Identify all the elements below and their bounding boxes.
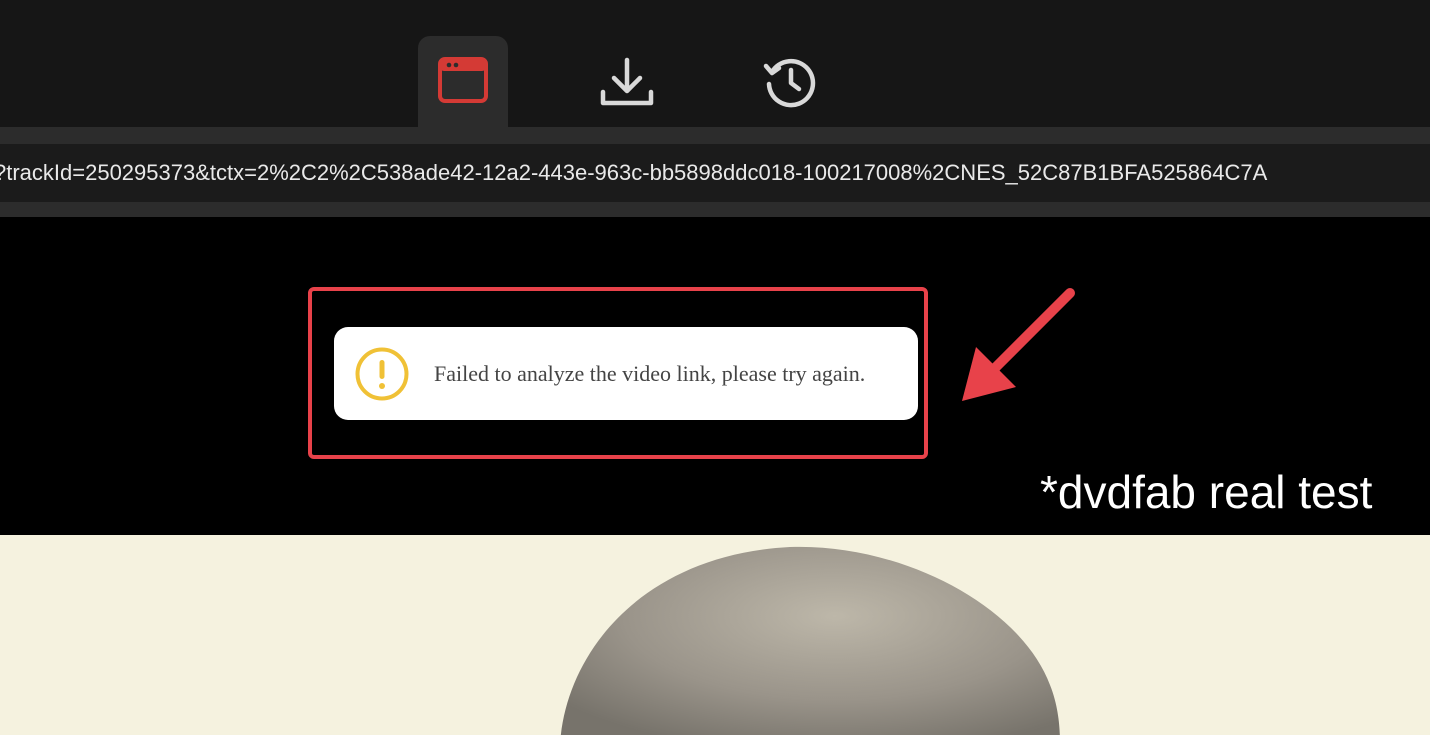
tab-history[interactable] [745,36,835,127]
app-window: ?trackId=250295373&tctx=2%2C2%2C538ade42… [0,0,1430,735]
annotation-caption: *dvdfab real test [1040,466,1373,518]
download-icon [600,57,654,106]
warning-icon [355,347,409,400]
content-area: Failed to analyze the video link, please… [0,217,1430,535]
top-toolbar [0,0,1430,127]
address-bar[interactable]: ?trackId=250295373&tctx=2%2C2%2C538ade42… [0,144,1430,202]
toast-message: Failed to analyze the video link, please… [434,360,866,386]
video-thumbnail-image [0,535,1430,735]
tab-browser[interactable] [418,36,508,127]
browser-window-icon [438,57,488,103]
annotation-arrow-icon [962,288,1075,401]
error-toast: Failed to analyze the video link, please… [334,327,918,420]
address-bar-area: ?trackId=250295373&tctx=2%2C2%2C538ade42… [0,127,1430,217]
url-text[interactable]: ?trackId=250295373&tctx=2%2C2%2C538ade42… [0,160,1267,186]
history-icon [763,58,816,108]
video-frame [0,535,1430,735]
tab-downloads[interactable] [582,36,672,127]
